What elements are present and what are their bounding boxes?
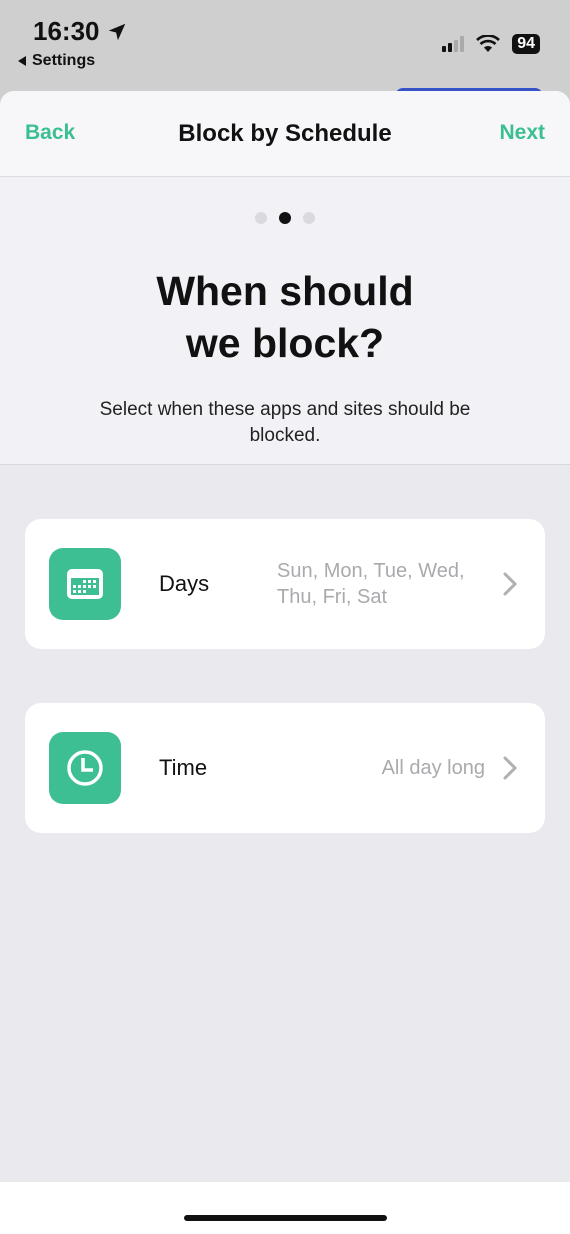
headline: When should we block?: [0, 265, 570, 369]
status-bar: 16:30 Settings 94: [0, 0, 570, 90]
days-option[interactable]: Days Sun, Mon, Tue, Wed, Thu, Fri, Sat: [25, 519, 545, 649]
time-option[interactable]: Time All day long: [25, 703, 545, 833]
schedule-sheet: Back Block by Schedule Next When should …: [0, 91, 570, 1234]
cellular-signal-icon: [442, 36, 465, 52]
header-section: When should we block? Select when these …: [0, 177, 570, 465]
page-indicator: [0, 212, 570, 224]
calendar-icon: [49, 548, 121, 620]
wifi-icon: [476, 35, 501, 52]
page-title: Block by Schedule: [178, 120, 392, 147]
next-button[interactable]: Next: [499, 121, 545, 145]
status-time: 16:30: [33, 16, 100, 46]
battery-icon: 94: [512, 34, 540, 54]
back-to-settings[interactable]: Settings: [18, 52, 95, 70]
home-indicator-area: [0, 1182, 570, 1234]
page-dot-active: [279, 212, 291, 224]
home-indicator[interactable]: [184, 1215, 387, 1221]
back-app-label: Settings: [32, 52, 96, 69]
time-value: All day long: [381, 757, 485, 779]
chevron-right-icon: [495, 572, 525, 596]
days-value: Sun, Mon, Tue, Wed, Thu, Fri, Sat: [277, 560, 465, 608]
headline-line-2: we block?: [185, 320, 385, 366]
nav-bar: Back Block by Schedule Next: [0, 91, 570, 177]
back-triangle-icon: [18, 56, 26, 66]
page-dot: [303, 212, 315, 224]
subtitle: Select when these apps and sites should …: [99, 399, 471, 446]
location-arrow-icon: [108, 23, 125, 40]
back-button[interactable]: Back: [25, 121, 75, 145]
time-label: Time: [159, 755, 208, 780]
status-time-group: 16:30: [33, 16, 128, 47]
clock-icon: [49, 732, 121, 804]
chevron-right-icon: [495, 756, 525, 780]
days-label: Days: [159, 571, 210, 596]
status-indicators: 94: [442, 34, 540, 54]
headline-line-1: When should: [156, 268, 414, 314]
page-dot: [255, 212, 267, 224]
